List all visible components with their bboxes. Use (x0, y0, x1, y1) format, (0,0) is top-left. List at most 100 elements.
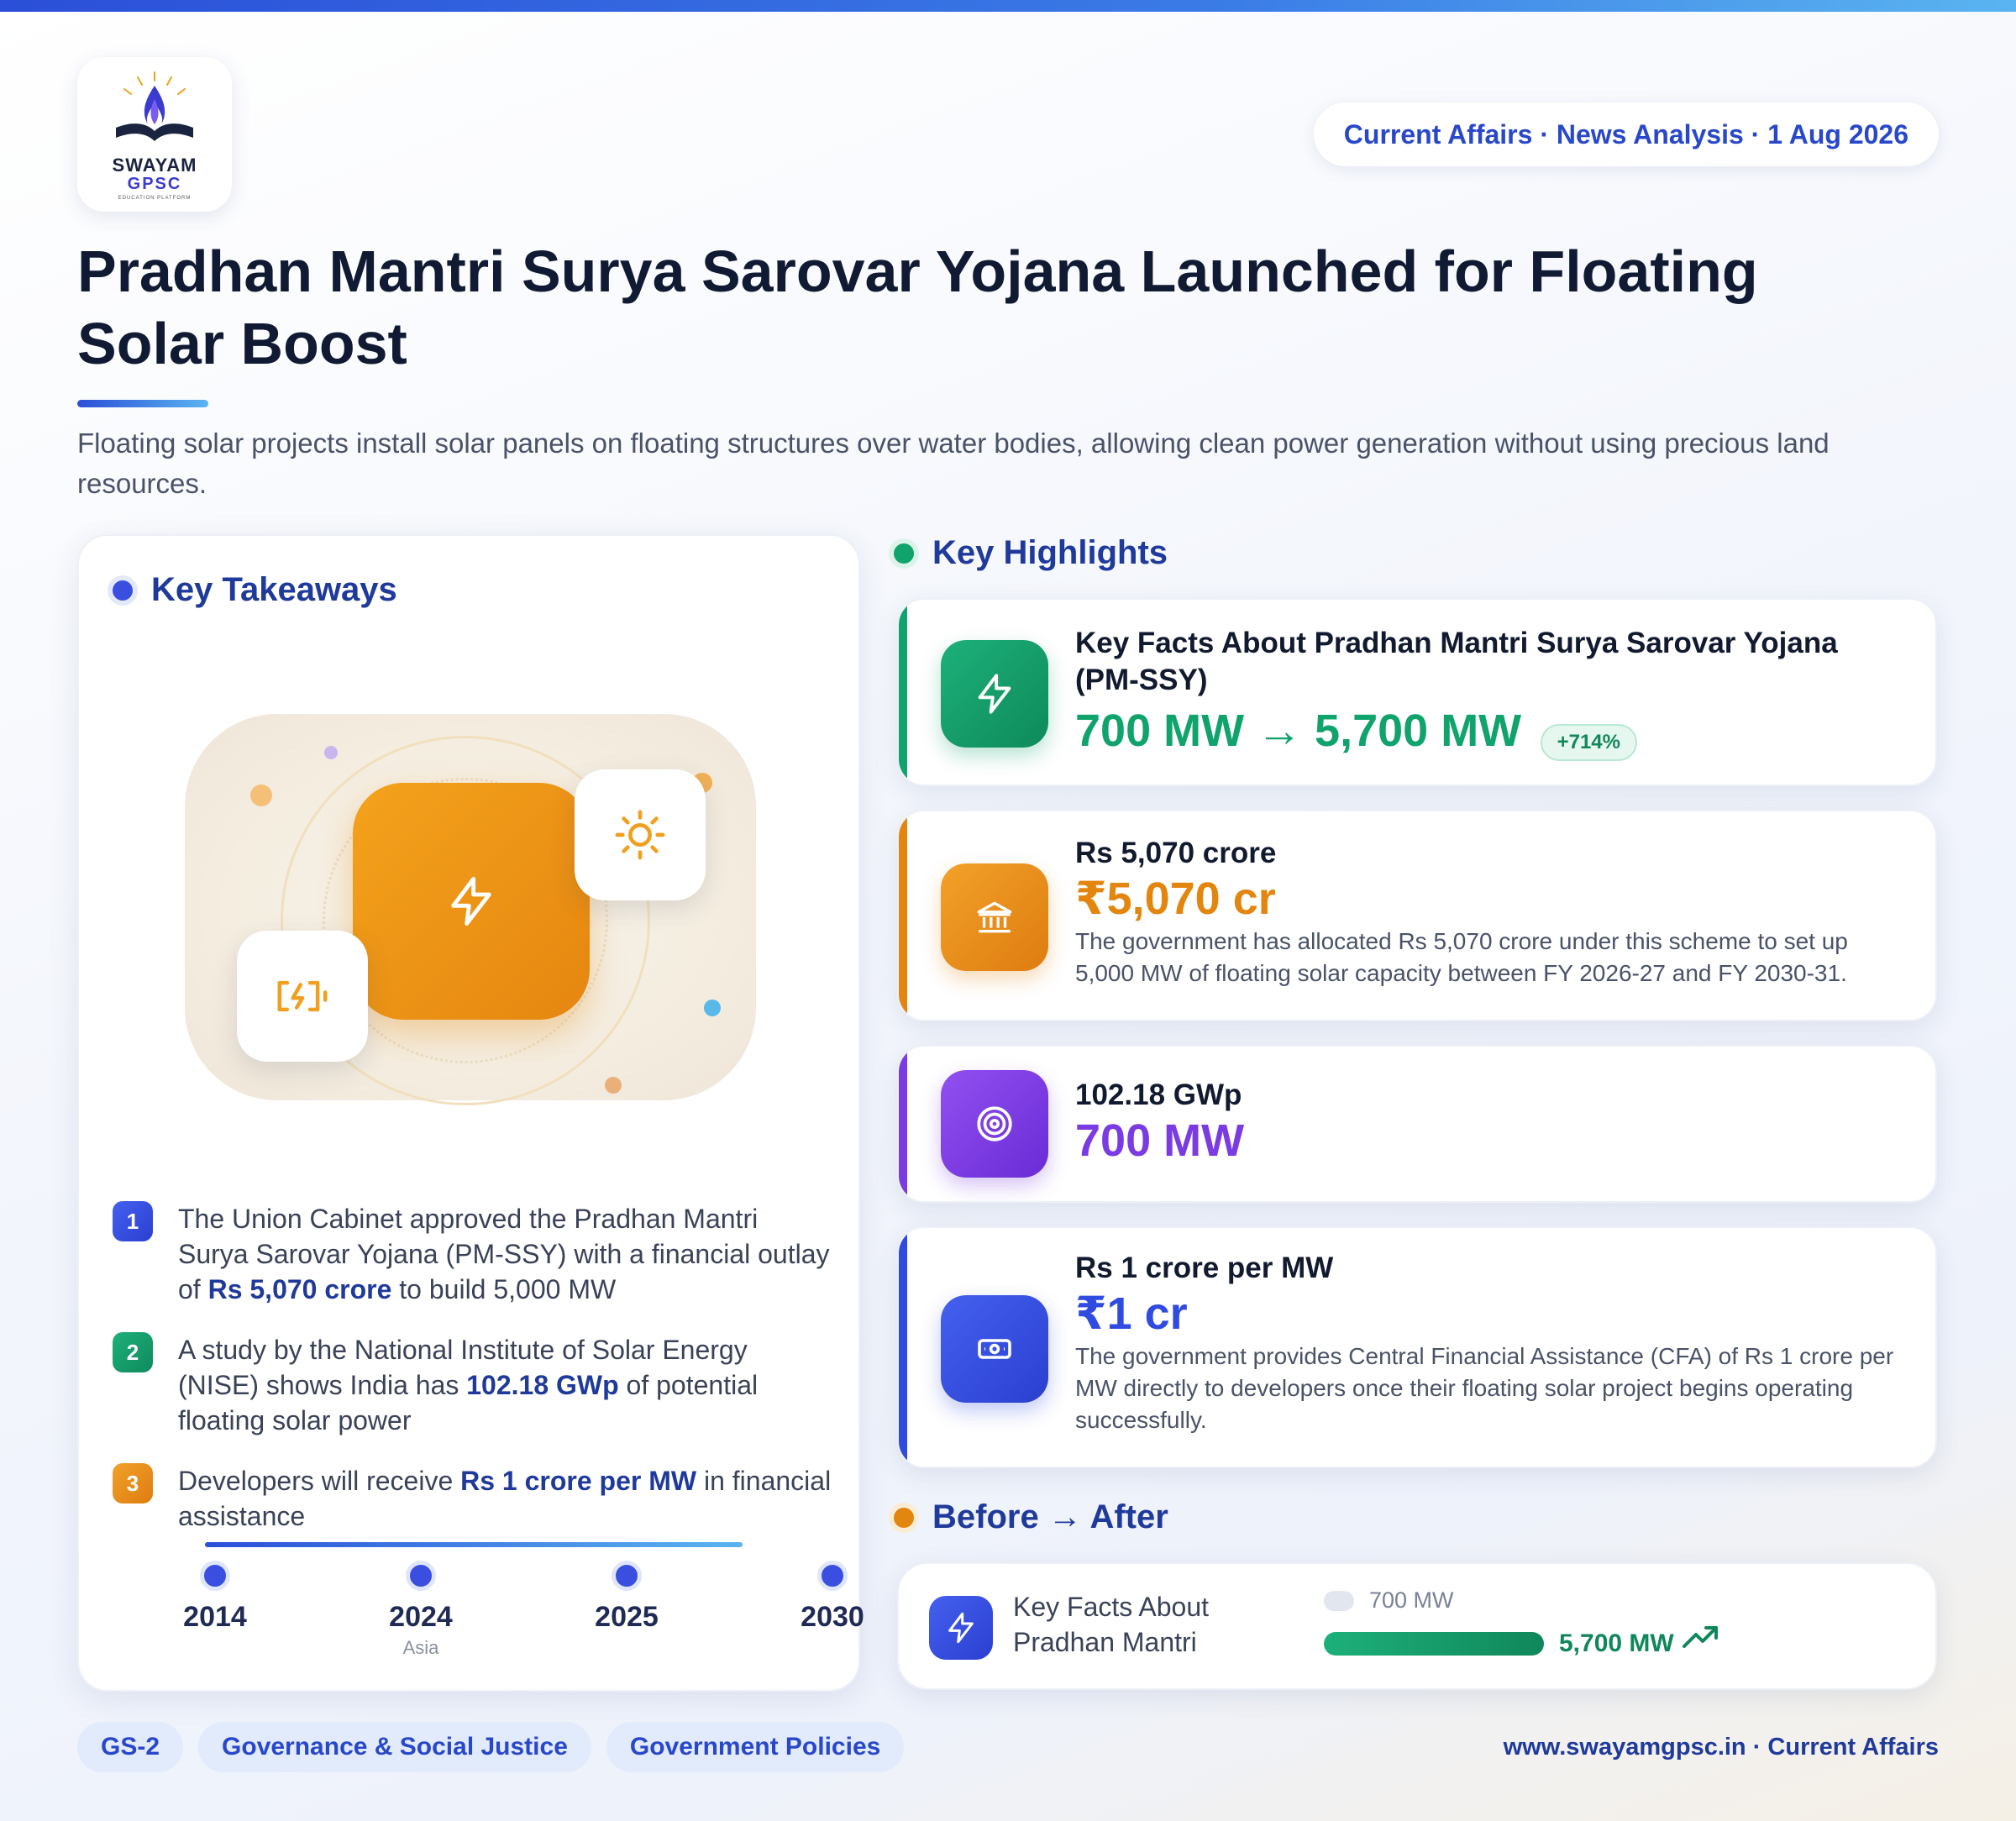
card-value: 700 MW → 5,700 MW (1075, 706, 1522, 756)
after-bar (1324, 1632, 1544, 1656)
after-row: 5,700 MW (1324, 1626, 1721, 1658)
topic-tags: GS-2 Governance & Social Justice Governm… (77, 1722, 919, 1772)
card-body: Rs 5,070 crore ₹5,070 cr The government … (1075, 835, 1902, 989)
decor-dot (605, 1077, 622, 1094)
after-value: 5,700 MW (1559, 1629, 1674, 1657)
card-body: Key Facts About Pradhan Mantri Surya Sar… (1075, 625, 1902, 761)
timeline: 2014 2024 Asia 2025 2030 (113, 1542, 864, 1660)
top-accent-bar (0, 0, 2016, 12)
before-after-icon-tile (929, 1596, 993, 1660)
item-text: Developers will receive Rs 1 crore per M… (178, 1466, 832, 1531)
timeline-dot (817, 1561, 848, 1591)
timeline-point: 2030 (774, 1561, 891, 1634)
card-title: 102.18 GWp (1075, 1078, 1242, 1111)
timeline-line (205, 1542, 743, 1547)
card-value: ₹1 cr (1075, 1288, 1188, 1339)
heading-dot (894, 1507, 914, 1528)
heading-text: Key Highlights (932, 534, 1168, 571)
card-icon-tile (941, 1295, 1048, 1403)
highlight-card: Rs 1 crore per MW ₹1 cr The government p… (897, 1226, 1937, 1468)
card-accent (899, 811, 907, 1020)
logo-text-gpsc: GPSC (127, 174, 182, 193)
item-text: A study by the National Institute of Sol… (178, 1335, 759, 1435)
decor-dot (324, 746, 338, 759)
heading-text: Key Takeaways (151, 571, 397, 608)
timeline-sublabel: Asia (402, 1637, 439, 1658)
before-after-heading: Before → After (894, 1498, 1168, 1536)
sun-tile (575, 769, 706, 900)
item-text: The Union Cabinet approved the Pradhan M… (178, 1204, 830, 1304)
before-value: 700 MW (1369, 1587, 1454, 1613)
timeline-point: 2014 (156, 1561, 274, 1634)
flame-book-logo-icon (116, 71, 193, 141)
decor-dot (704, 1000, 721, 1016)
logo-tagline: EDUCATION PLATFORM (118, 195, 192, 201)
footer-site-link[interactable]: www.swayamgpsc.in · Current Affairs (1504, 1734, 1939, 1761)
tag-government-policies[interactable]: Government Policies (606, 1722, 905, 1772)
card-description: The government has allocated Rs 5,070 cr… (1075, 928, 1848, 986)
card-title: Key Facts About Pradhan Mantri Surya Sar… (1075, 627, 1838, 696)
card-value-row: 700 MW → 5,700 MW +714% (1075, 704, 1902, 761)
before-after-label: Key Facts About Pradhan Mantri (1013, 1592, 1210, 1657)
timeline-point: 2025 (568, 1561, 685, 1634)
growth-badge: +714% (1540, 723, 1637, 761)
lightning-icon (948, 1612, 974, 1644)
lightning-icon (978, 674, 1011, 714)
card-body: 102.18 GWp 700 MW (1075, 1077, 1902, 1168)
before-row: 700 MW (1324, 1587, 1454, 1614)
page-subtitle: Floating solar projects install solar pa… (77, 428, 1830, 499)
logo: SWAYAM GPSC EDUCATION PLATFORM (77, 57, 232, 212)
battery-tile (237, 931, 368, 1062)
battery-charging-icon (277, 980, 328, 1012)
list-item: 3 Developers will receive Rs 1 crore per… (113, 1463, 835, 1534)
item-number: 3 (113, 1463, 153, 1504)
main-lightning-tile (353, 783, 590, 1020)
trending-up-icon (1682, 1626, 1718, 1648)
heading-dot (894, 543, 914, 564)
card-accent (899, 1228, 907, 1467)
card-title: Rs 1 crore per MW (1075, 1252, 1334, 1284)
title-underline (77, 400, 208, 407)
card-body: Rs 1 crore per MW ₹1 cr The government p… (1075, 1250, 1902, 1436)
before-bar (1324, 1590, 1354, 1611)
before-after-card: Key Facts About Pradhan Mantri 700 MW 5,… (897, 1562, 1937, 1690)
highlight-card: Rs 5,070 crore ₹5,070 cr The government … (897, 810, 1937, 1021)
lightning-icon (451, 876, 491, 926)
page-title: Pradhan Mantri Surya Sarovar Yojana Laun… (77, 239, 1758, 376)
item-number: 1 (113, 1201, 153, 1241)
timeline-point: 2024 Asia (362, 1561, 480, 1659)
item-number: 2 (113, 1332, 153, 1372)
key-takeaways-card: Key Takeaways 1 The Union Cabinet approv… (77, 534, 864, 1692)
card-icon-tile (941, 640, 1048, 748)
sun-icon (615, 810, 665, 860)
takeaways-list: 1 The Union Cabinet approved the Pradhan… (113, 1201, 835, 1559)
timeline-dot (406, 1561, 436, 1591)
decor-dot (250, 785, 272, 806)
highlight-card: 102.18 GWp 700 MW (897, 1045, 1937, 1203)
card-accent (899, 1047, 907, 1201)
timeline-dot (200, 1561, 230, 1591)
card-title: Rs 5,070 crore (1075, 837, 1277, 869)
date-pill: Current Affairs · News Analysis · 1 Aug … (1313, 102, 1939, 166)
key-takeaways-heading: Key Takeaways (113, 571, 397, 609)
card-description: The government provides Central Financia… (1075, 1343, 1894, 1433)
timeline-year: 2025 (595, 1601, 659, 1633)
timeline-year: 2014 (183, 1601, 247, 1633)
timeline-dot (612, 1561, 642, 1591)
logo-text-swayam: SWAYAM (112, 154, 197, 176)
heading-dot (113, 580, 133, 601)
bank-icon (977, 901, 1012, 933)
list-item: 1 The Union Cabinet approved the Pradhan… (113, 1201, 835, 1307)
tag-governance[interactable]: Governance & Social Justice (198, 1722, 591, 1772)
card-value: 700 MW (1075, 1115, 1245, 1166)
card-icon-tile (941, 863, 1048, 971)
list-item: 2 A study by the National Institute of S… (113, 1332, 835, 1438)
timeline-year: 2024 (389, 1601, 453, 1633)
tag-gs2[interactable]: GS-2 (77, 1722, 184, 1772)
money-icon (978, 1339, 1011, 1359)
highlight-card: Key Facts About Pradhan Mantri Surya Sar… (897, 598, 1937, 786)
target-icon (977, 1106, 1012, 1141)
heading-text: Before → After (932, 1498, 1168, 1535)
card-accent (899, 600, 907, 785)
card-icon-tile (941, 1070, 1048, 1178)
